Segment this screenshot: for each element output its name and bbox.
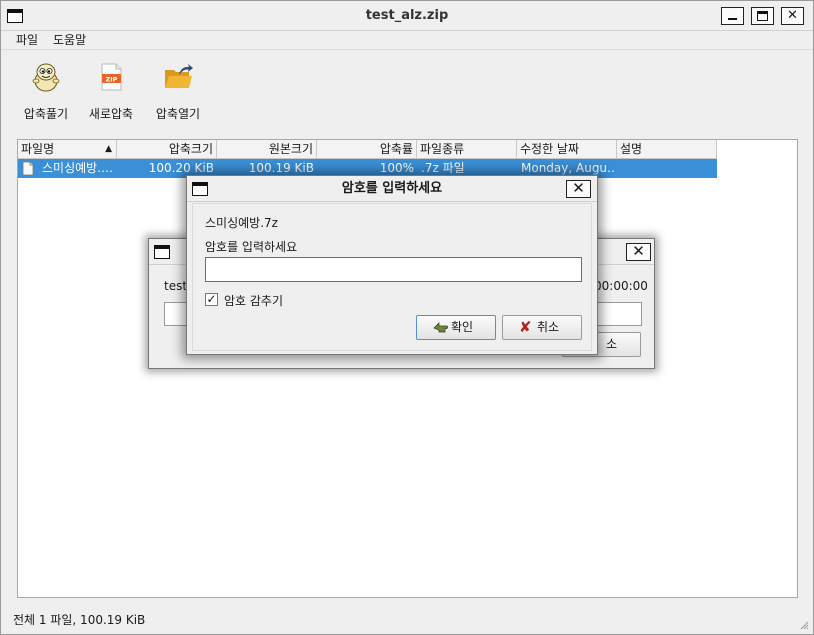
ok-button[interactable]: 확인 — [416, 315, 496, 340]
document-icon — [22, 161, 34, 176]
column-header-original[interactable]: 원본크기 — [217, 140, 317, 159]
extract-button[interactable]: 압축풀기 — [11, 57, 81, 127]
minimize-button[interactable] — [721, 7, 744, 25]
password-prompt: 암호를 입력하세요 — [205, 240, 298, 254]
menu-help[interactable]: 도움말 — [53, 32, 86, 48]
column-header-label: 파일명 — [21, 142, 55, 156]
column-header-type[interactable]: 파일종류 — [417, 140, 517, 159]
open-archive-button[interactable]: 압축열기 — [143, 57, 213, 127]
password-filename: 스미싱예방.7z — [205, 216, 278, 230]
password-dialog-title: 암호를 입력하세요 — [341, 181, 443, 196]
hide-password-checkbox[interactable]: ✓ — [205, 293, 218, 306]
menu-bar: 파일 도움말 — [1, 32, 813, 50]
column-header-name[interactable]: 파일명 ▲ — [18, 140, 117, 159]
menu-file[interactable]: 파일 — [16, 32, 38, 48]
resize-grip-icon[interactable] — [799, 620, 809, 630]
window-title: test_alz.zip — [365, 8, 449, 23]
minimize-icon — [728, 18, 737, 20]
zip-file-icon: ZIP — [101, 63, 122, 91]
hide-password-label[interactable]: 암호 감추기 — [224, 292, 283, 309]
close-button[interactable]: ✕ — [781, 7, 804, 25]
column-header-modified[interactable]: 수정한 날짜 — [517, 140, 617, 159]
new-archive-label: 새로압축 — [88, 107, 134, 121]
close-icon: ✕ — [787, 8, 798, 23]
sort-ascending-icon: ▲ — [105, 144, 112, 154]
column-header-ratio[interactable]: 압축률 — [317, 140, 417, 159]
maximize-icon — [757, 11, 768, 21]
x-mark-icon: ✘ — [519, 318, 532, 336]
extract-label: 압축풀기 — [23, 107, 69, 121]
title-bar[interactable]: test_alz.zip ✕ — [1, 1, 813, 31]
column-header-compressed[interactable]: 압축크기 — [117, 140, 217, 159]
maximize-button[interactable] — [751, 7, 774, 25]
ok-label: 확인 — [450, 320, 474, 334]
cell-name: 스미싱예방.… — [42, 161, 114, 175]
status-bar-text: 전체 1 파일, 100.19 KiB — [13, 613, 146, 627]
column-header-description[interactable]: 설명 — [617, 140, 717, 159]
window-icon[interactable] — [154, 245, 170, 259]
progress-dialog-close-button[interactable]: ✕ — [626, 243, 651, 261]
mascot-icon — [32, 63, 60, 92]
progress-time-label: 00:00:00 — [594, 279, 648, 293]
new-archive-button[interactable]: ZIP 새로압축 — [76, 57, 146, 127]
ok-hand-icon — [433, 322, 449, 333]
cancel-button[interactable]: ✘ 취소 — [502, 315, 582, 340]
close-icon: ✕ — [632, 242, 645, 260]
password-dialog-body: 스미싱예방.7z 암호를 입력하세요 ✓ 암호 감추기 확인 ✘ 취소 — [192, 203, 592, 351]
password-dialog: 암호를 입력하세요 ✕ 스미싱예방.7z 암호를 입력하세요 ✓ 암호 감추기 … — [186, 175, 598, 355]
password-input[interactable] — [205, 257, 582, 282]
svg-text:ZIP: ZIP — [106, 75, 118, 83]
open-archive-label: 압축열기 — [155, 107, 201, 121]
progress-file-label: test — [164, 279, 188, 293]
cancel-label: 취소 — [536, 320, 560, 334]
folder-open-icon — [165, 64, 193, 88]
progress-cancel-label: 소 — [605, 337, 618, 351]
password-dialog-titlebar[interactable]: 암호를 입력하세요 ✕ — [187, 176, 597, 202]
password-dialog-close-button[interactable]: ✕ — [566, 180, 591, 198]
close-icon: ✕ — [572, 179, 585, 197]
